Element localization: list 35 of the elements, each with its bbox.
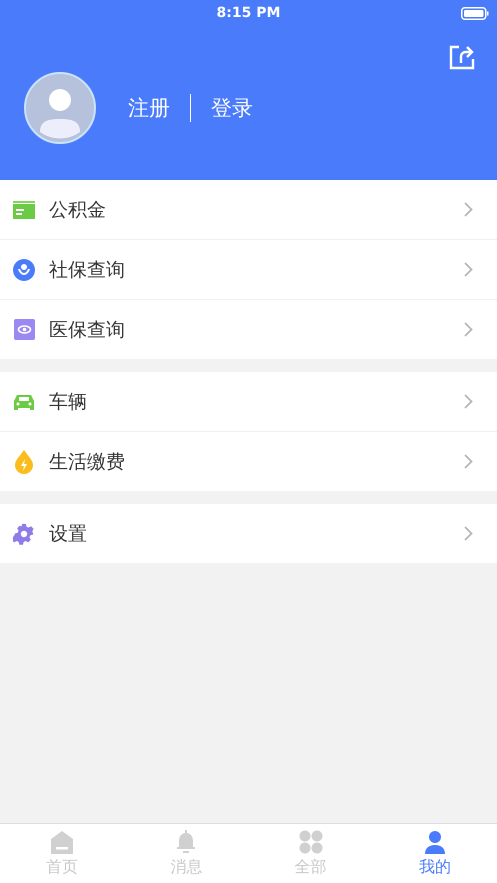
battery-icon (461, 7, 489, 20)
menu-label: 公积金 (49, 198, 107, 222)
chevron-icon (464, 322, 473, 337)
menu-item[interactable]: 车辆 (0, 372, 497, 432)
menu-item[interactable]: 生活缴费 (0, 432, 497, 491)
card-icon (13, 200, 35, 218)
hands-icon (13, 258, 35, 280)
menu-label: 设置 (49, 522, 88, 546)
avatar[interactable] (24, 72, 96, 144)
chevron-icon (464, 262, 473, 277)
car-icon (12, 392, 36, 410)
menu-item[interactable]: 公积金 (0, 180, 497, 240)
bell-icon (175, 830, 198, 854)
chevron-icon (464, 454, 473, 469)
lightning-drop-icon (14, 450, 34, 474)
chevron-icon (464, 526, 473, 541)
menu-item[interactable]: 医保查询 (0, 300, 497, 359)
home-icon (50, 830, 74, 854)
eye-icon (14, 319, 34, 340)
menu-item[interactable]: 社保查询 (0, 240, 497, 300)
tab-item[interactable]: 我的 (372, 824, 497, 883)
chevron-icon (464, 202, 473, 217)
person-icon (424, 830, 446, 854)
menu-label: 车辆 (49, 390, 88, 414)
menu-label: 生活缴费 (49, 450, 126, 474)
chevron-icon (464, 394, 473, 409)
menu-item[interactable]: 设置 (0, 504, 497, 563)
menu-label: 医保查询 (49, 318, 126, 342)
grid-icon (298, 830, 323, 854)
gear-icon (13, 522, 35, 544)
menu-label: 社保查询 (49, 258, 126, 282)
share-icon[interactable] (449, 44, 475, 70)
status-time: 8:15 PM (216, 5, 280, 21)
login-link[interactable]: 登录 (211, 94, 253, 122)
register-link[interactable]: 注册 (128, 94, 170, 122)
